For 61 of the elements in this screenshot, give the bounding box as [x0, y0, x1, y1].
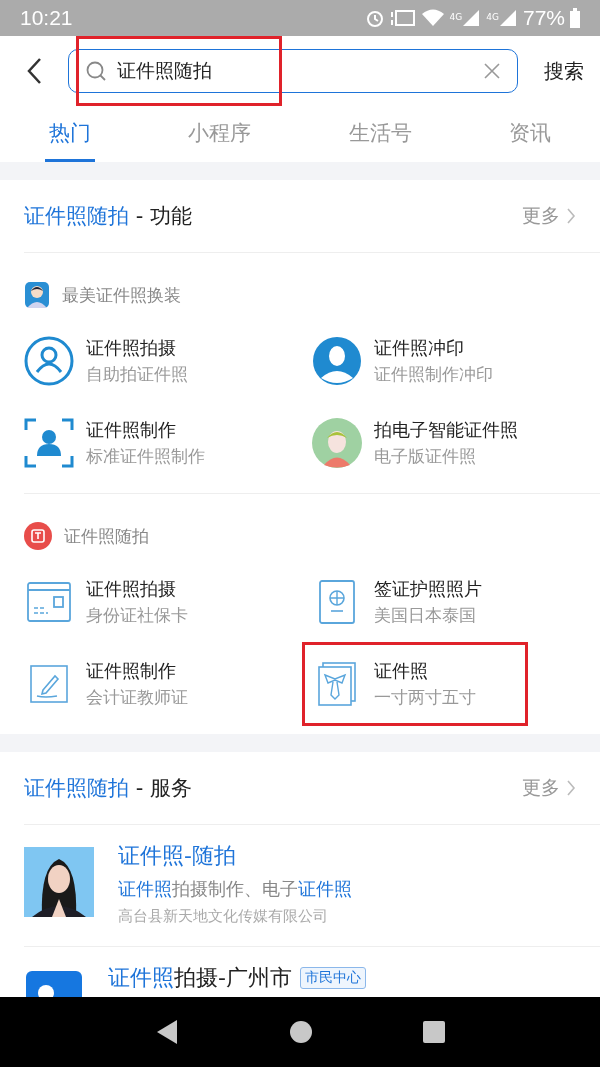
item-subtitle: 身份证社保卡: [86, 604, 188, 627]
recents-icon[interactable]: [422, 1021, 445, 1043]
chevron-icon: [566, 207, 576, 225]
service-title: 证件照拍摄-广州市: [108, 964, 292, 992]
service-description: 证件照拍摄制作、电子证件照: [118, 877, 352, 901]
item-subtitle: 自助拍证件照: [86, 363, 188, 386]
group-title: 证件照随拍: [64, 524, 149, 548]
search-text: 证件照随拍: [117, 58, 213, 83]
function-item[interactable]: 证件照拍摄 身份证社保卡: [24, 572, 188, 632]
function-item[interactable]: 证件照冲印 证件照制作冲印: [312, 331, 493, 391]
item-subtitle: 标准证件照制作: [86, 445, 205, 468]
search-field[interactable]: 证件照随拍: [68, 49, 518, 93]
function-item[interactable]: 拍电子智能证件照 电子版证件照: [312, 413, 518, 473]
search-icon: [85, 60, 107, 82]
function-item[interactable]: 证件照制作 标准证件照制作: [24, 413, 205, 473]
service-item[interactable]: 证件照-随拍 证件照拍摄制作、电子证件照 高台县新天地文化传媒有限公司: [24, 825, 600, 947]
function-item[interactable]: 证件照拍摄 自助拍证件照: [24, 331, 188, 391]
search-button[interactable]: 搜索: [544, 57, 584, 85]
portrait-frame-icon: [24, 418, 74, 468]
item-subtitle: 一寸两寸五寸: [374, 686, 476, 709]
clear-icon[interactable]: [483, 62, 501, 80]
network-label: 4G: [486, 12, 499, 22]
chevron-icon: [566, 779, 576, 797]
item-title: 证件照拍摄: [86, 577, 177, 601]
item-subtitle: 电子版证件照: [374, 445, 477, 468]
section-title: 证件照随拍 - 服务: [24, 775, 192, 802]
battery-percent: 77%: [522, 6, 565, 30]
section-title: 证件照随拍 - 功能: [24, 203, 192, 230]
back-icon[interactable]: [155, 1019, 180, 1045]
id-card-icon: [24, 581, 74, 623]
wifi-icon: [420, 8, 445, 28]
function-item[interactable]: 签证护照照片 美国日本泰国: [312, 572, 482, 632]
item-title: 证件照: [374, 659, 429, 683]
service-title: 证件照-随拍: [118, 842, 236, 870]
item-title: 证件照拍摄: [86, 336, 177, 360]
item-title: 签证护照照片: [374, 577, 482, 601]
function-item[interactable]: 证件照制作 会计证教师证: [24, 654, 188, 714]
hd-icon: [389, 8, 416, 28]
item-subtitle: 美国日本泰国: [374, 604, 477, 627]
person-icon: [312, 418, 362, 468]
item-subtitle: 会计证教师证: [86, 686, 188, 709]
network-label: 4G: [449, 12, 463, 22]
item-title: 拍电子智能证件照: [374, 418, 518, 442]
home-icon[interactable]: [290, 1021, 312, 1043]
back-icon[interactable]: [26, 57, 42, 85]
battery-icon: [570, 8, 580, 28]
status-time: 10:21: [20, 6, 73, 30]
tag: 市民中心: [299, 967, 366, 989]
provider-name: 高台县新天地文化传媒有限公司: [118, 907, 329, 926]
item-title: 证件照制作: [86, 659, 177, 683]
person-icon: [312, 336, 362, 386]
signal-icon: [461, 8, 482, 28]
person-icon: [24, 336, 74, 386]
function-item[interactable]: 证件照 一寸两寸五寸: [312, 654, 476, 714]
item-title: 证件照制作: [86, 418, 177, 442]
item-title: 证件照冲印: [374, 336, 465, 360]
avatar-icon: [24, 281, 50, 309]
alarm-icon: [364, 8, 385, 28]
app-logo-icon: [24, 522, 52, 550]
item-subtitle: 证件照制作冲印: [374, 363, 493, 386]
group-title: 最美证件照换装: [62, 283, 181, 307]
